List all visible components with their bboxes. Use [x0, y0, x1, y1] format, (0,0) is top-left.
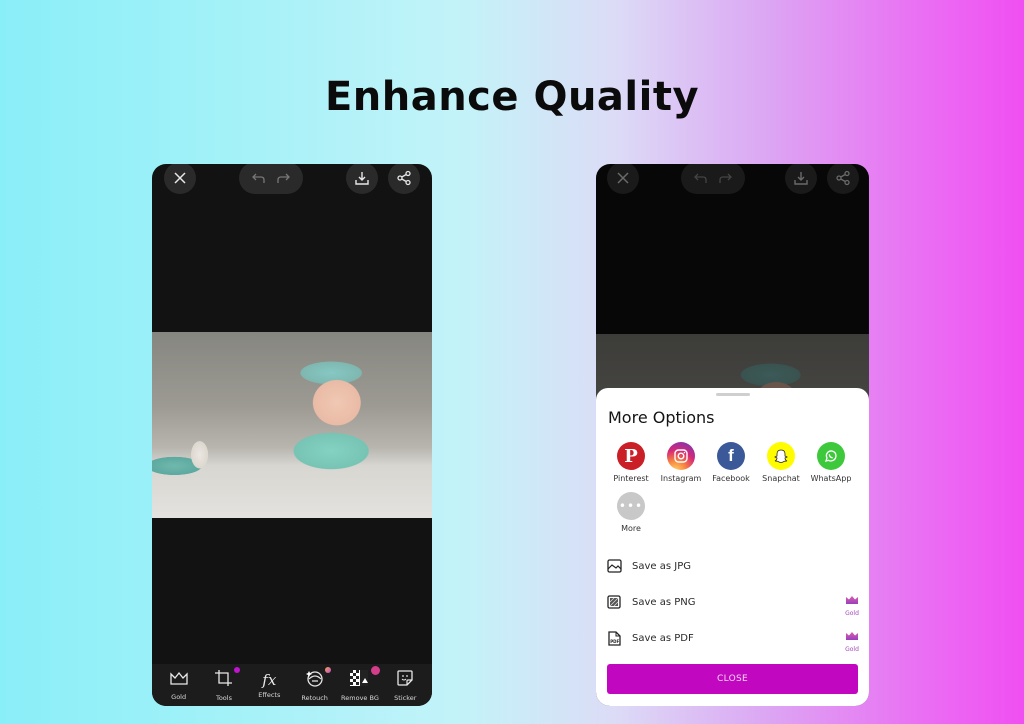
- gold-label: Gold: [845, 610, 859, 617]
- retouch-icon: [305, 669, 325, 691]
- close-sheet-button[interactable]: CLOSE: [607, 664, 858, 694]
- save-as-jpg[interactable]: Save as JPG: [596, 548, 869, 584]
- tool-label: Effects: [258, 690, 281, 699]
- remove-badge: [370, 665, 380, 675]
- gold-badge: Gold: [845, 626, 859, 653]
- undo-redo-group: [681, 164, 745, 194]
- save-label: Save as PNG: [632, 596, 696, 608]
- share-more[interactable]: ••• More: [606, 492, 656, 533]
- tool-sticker[interactable]: Sticker: [383, 669, 427, 702]
- crown-icon: [845, 626, 859, 645]
- crown-icon: [169, 670, 189, 690]
- tool-retouch[interactable]: Retouch: [293, 666, 337, 702]
- sticker-icon: [396, 669, 414, 691]
- redo-icon[interactable]: [276, 172, 290, 184]
- snapchat-icon: [767, 442, 795, 470]
- instagram-icon: [667, 442, 695, 470]
- download-button[interactable]: [346, 164, 378, 194]
- tool-remove-bg[interactable]: Remove BG: [338, 665, 382, 702]
- share-snapchat[interactable]: Snapchat: [756, 442, 806, 483]
- redo-icon[interactable]: [718, 172, 732, 184]
- share-pinterest[interactable]: P Pinterest: [606, 442, 656, 483]
- share-button[interactable]: [827, 164, 859, 194]
- tool-label: Gold: [171, 692, 187, 701]
- facebook-icon: f: [717, 442, 745, 470]
- tool-label: Retouch: [301, 693, 328, 702]
- undo-redo-group: [239, 164, 303, 194]
- tool-tools[interactable]: Tools: [202, 666, 246, 702]
- share-label: Snapchat: [762, 474, 800, 483]
- share-label: More: [621, 524, 641, 533]
- notification-dot: [324, 666, 331, 673]
- close-button[interactable]: [607, 164, 639, 194]
- pinterest-icon: P: [617, 442, 645, 470]
- tool-gold[interactable]: Gold: [157, 670, 201, 701]
- share-instagram[interactable]: Instagram: [656, 442, 706, 483]
- share-button[interactable]: [388, 164, 420, 194]
- tool-effects[interactable]: fx Effects: [247, 672, 291, 699]
- remove-bg-icon: [349, 669, 371, 691]
- whatsapp-icon: [817, 442, 845, 470]
- share-label: Instagram: [660, 474, 702, 483]
- editor-screen: Gold Tools fx Effects Retouch Remove BG …: [152, 164, 432, 706]
- undo-icon[interactable]: [694, 172, 708, 184]
- sheet-title: More Options: [608, 408, 715, 427]
- share-label: Facebook: [712, 474, 750, 483]
- drag-handle[interactable]: [716, 393, 750, 396]
- crown-icon: [845, 590, 859, 609]
- close-button[interactable]: [164, 164, 196, 194]
- fx-icon: fx: [262, 670, 277, 689]
- tool-label: Sticker: [394, 693, 417, 702]
- share-label: Pinterest: [613, 474, 649, 483]
- save-as-pdf[interactable]: PDF Save as PDF Gold: [596, 620, 869, 656]
- png-icon: [606, 594, 622, 610]
- crop-icon: [214, 669, 234, 691]
- save-as-png[interactable]: Save as PNG Gold: [596, 584, 869, 620]
- tool-label: Remove BG: [341, 693, 379, 702]
- share-label: WhatsApp: [810, 474, 852, 483]
- save-label: Save as JPG: [632, 560, 691, 572]
- more-icon: •••: [617, 492, 645, 520]
- share-screen: More Options P Pinterest Instagram f Fac…: [596, 164, 869, 706]
- close-icon: [173, 171, 187, 185]
- svg-text:PDF: PDF: [610, 639, 619, 644]
- download-button[interactable]: [785, 164, 817, 194]
- save-options: Save as JPG Save as PNG Gold PDF Save as…: [596, 548, 869, 656]
- share-icon: [396, 170, 412, 186]
- notification-dot: [233, 666, 240, 673]
- download-icon: [354, 170, 370, 186]
- pdf-icon: PDF: [606, 630, 622, 646]
- editor-topbar: [596, 164, 869, 200]
- gold-label: Gold: [845, 646, 859, 653]
- share-whatsapp[interactable]: WhatsApp: [806, 442, 856, 483]
- more-options-sheet: More Options P Pinterest Instagram f Fac…: [596, 388, 869, 706]
- gold-badge: Gold: [845, 590, 859, 617]
- close-icon: [616, 171, 630, 185]
- image-icon: [606, 558, 622, 574]
- share-icon: [835, 170, 851, 186]
- editor-toolbar: Gold Tools fx Effects Retouch Remove BG …: [152, 664, 432, 706]
- share-targets: P Pinterest Instagram f Facebook Snapcha…: [606, 442, 863, 483]
- editor-topbar: [152, 164, 432, 200]
- undo-icon[interactable]: [252, 172, 266, 184]
- page-headline: Enhance Quality: [324, 74, 700, 120]
- download-icon: [793, 170, 809, 186]
- edited-photo[interactable]: [152, 332, 432, 518]
- save-label: Save as PDF: [632, 632, 694, 644]
- tool-label: Tools: [215, 693, 232, 702]
- share-facebook[interactable]: f Facebook: [706, 442, 756, 483]
